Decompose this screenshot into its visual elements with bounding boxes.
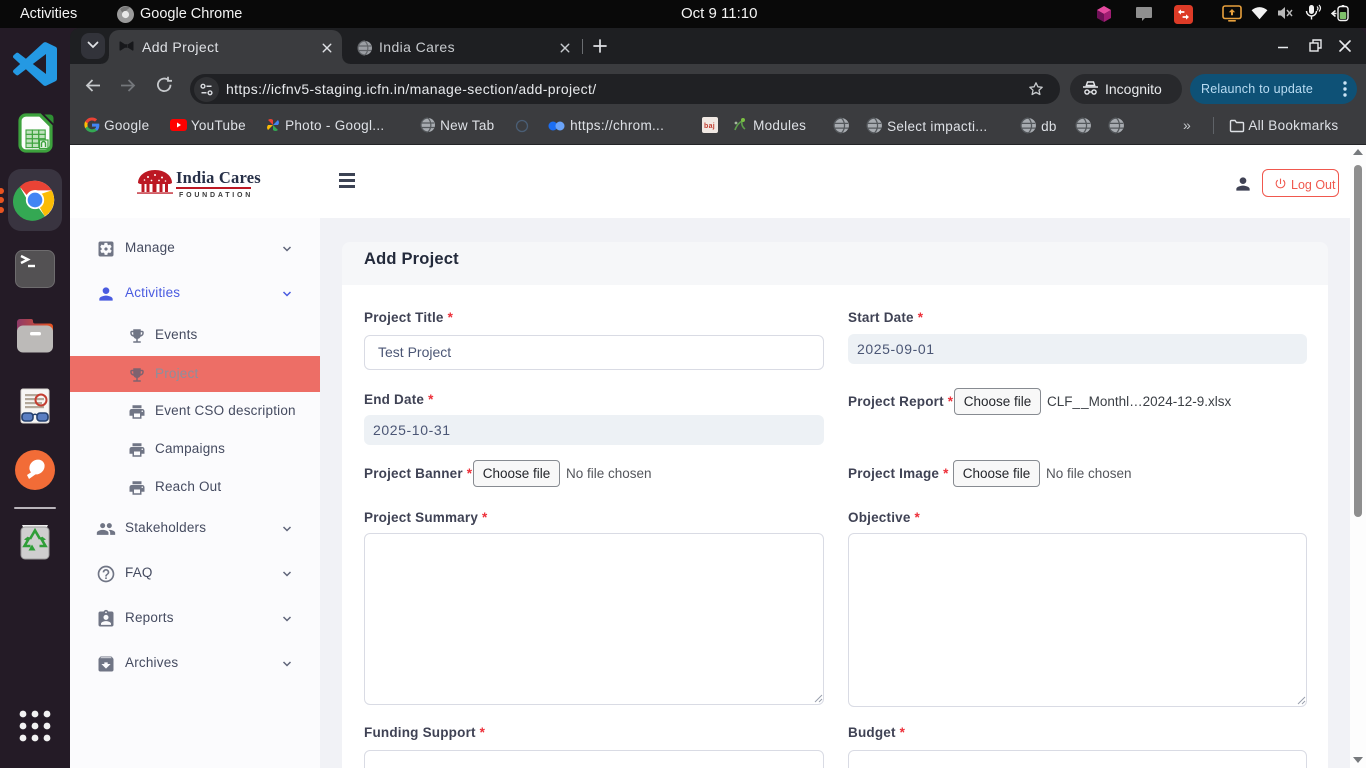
svg-text:baj: baj (704, 123, 715, 130)
